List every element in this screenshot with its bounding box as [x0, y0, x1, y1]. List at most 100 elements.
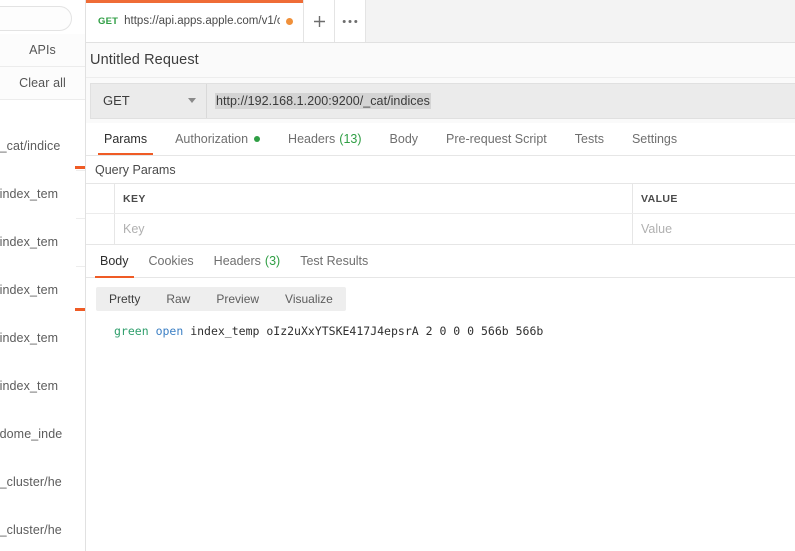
request-tab-headers-label: Headers [288, 131, 336, 146]
sidebar-history-item[interactable]: /index_tem [0, 218, 85, 266]
response-tab-cookies-label: Cookies [148, 254, 194, 268]
response-tabs: Body Cookies Headers (3) Test Results [86, 245, 795, 278]
format-button-visualize[interactable]: Visualize [272, 287, 346, 311]
sidebar-history-item[interactable]: /index_tem [0, 266, 85, 314]
sidebar-history-list: /_cat/indice /index_tem /index_tem /inde… [0, 122, 85, 551]
postman-window: APIs Clear all /_cat/indice /index_tem /… [0, 0, 795, 551]
request-tab-headers[interactable]: Headers (13) [274, 122, 375, 155]
query-params-value-input[interactable]: Value [633, 214, 795, 244]
request-tab-method: GET [98, 15, 119, 27]
response-token-status: green [114, 324, 149, 338]
sidebar-apis-label: APIs [29, 43, 56, 57]
response-tab-body-label: Body [100, 254, 129, 268]
request-tabs: Params Authorization Headers (13) Body P… [86, 123, 795, 156]
response-tab-body[interactable]: Body [90, 245, 139, 278]
sidebar: APIs Clear all /_cat/indice /index_tem /… [0, 0, 86, 551]
format-button-pretty-label: Pretty [109, 291, 141, 306]
query-params-value-header-label: VALUE [641, 192, 678, 205]
request-tab-prerequest-script-label: Pre-request Script [446, 131, 547, 146]
plus-icon [313, 15, 325, 27]
tab-strip-filler [366, 0, 795, 42]
query-params-key-header: KEY [115, 184, 633, 213]
sidebar-history-item[interactable]: /_cluster/he [0, 458, 85, 506]
response-tab-headers[interactable]: Headers (3) [204, 245, 291, 278]
sidebar-accent-mark [75, 166, 85, 169]
response-tab-headers-count: (3) [264, 254, 281, 268]
request-tab-authorization[interactable]: Authorization [161, 122, 274, 155]
response-tab-test-results[interactable]: Test Results [290, 245, 378, 278]
sidebar-history-item-label: /index_tem [0, 331, 59, 345]
request-title[interactable]: Untitled Request [90, 52, 199, 68]
sidebar-clear-all-button[interactable]: Clear all [0, 67, 85, 100]
format-button-preview[interactable]: Preview [203, 287, 272, 311]
table-row: Key Value [86, 213, 795, 244]
sidebar-history-item-label: /_cluster/he [0, 475, 62, 489]
sidebar-history-item[interactable]: /index_tem [0, 170, 85, 218]
chevron-down-icon [188, 98, 196, 103]
format-button-raw-label: Raw [166, 291, 191, 306]
request-tab-tests[interactable]: Tests [561, 122, 618, 155]
sidebar-history-item[interactable]: /_cat/indice [0, 122, 85, 170]
tab-options-button[interactable] [335, 0, 366, 42]
ellipsis-icon [342, 19, 358, 23]
sidebar-history-item-label: /index_tem [0, 187, 59, 201]
new-tab-button[interactable] [304, 0, 335, 42]
sidebar-history-item[interactable]: /index_tem [0, 362, 85, 410]
url-input[interactable]: http://192.168.1.200:9200/_cat/indices [207, 83, 795, 118]
sidebar-history-item-label: /index_tem [0, 283, 59, 297]
request-tab-url: https://api.apps.apple.com/v1/c… [124, 15, 280, 27]
query-params-header-row: KEY VALUE [86, 184, 795, 213]
sidebar-apis-button[interactable]: APIs [0, 34, 85, 67]
response-format-group: Pretty Raw Preview Visualize [96, 286, 346, 311]
request-title-row: Untitled Request [86, 43, 795, 77]
sidebar-history-item-label: /dome_inde [0, 427, 63, 441]
request-tab-tests-label: Tests [574, 131, 604, 146]
query-params-table: KEY VALUE Key Value [86, 183, 795, 245]
query-params-key-input[interactable]: Key [115, 214, 633, 244]
query-params-title: Query Params [95, 162, 176, 177]
response-format-row: Pretty Raw Preview Visualize [86, 278, 795, 319]
url-bar: GET http://192.168.1.200:9200/_cat/indic… [90, 82, 795, 119]
format-button-visualize-label: Visualize [285, 291, 333, 306]
request-tab-prerequest-script[interactable]: Pre-request Script [432, 122, 561, 155]
url-input-value: http://192.168.1.200:9200/_cat/indices [215, 92, 431, 109]
response-tab-headers-label: Headers [213, 254, 261, 268]
request-tab-active-bar [86, 0, 303, 3]
sidebar-history-item[interactable]: /index_tem [0, 314, 85, 362]
request-tab-params[interactable]: Params [90, 122, 161, 155]
format-button-pretty[interactable]: Pretty [96, 287, 153, 311]
sidebar-history-item-label: /index_tem [0, 235, 59, 249]
url-bar-row: GET http://192.168.1.200:9200/_cat/indic… [86, 77, 795, 123]
query-params-value-placeholder: Value [641, 222, 673, 236]
sidebar-history-item[interactable]: /_cluster/he [0, 506, 85, 551]
response-token-space [149, 324, 156, 338]
query-params-row-gutter[interactable] [86, 214, 115, 244]
method-select[interactable]: GET [91, 83, 207, 118]
request-tab-body[interactable]: Body [376, 122, 433, 155]
request-tab-authorization-label: Authorization [175, 131, 249, 146]
sidebar-search-area [0, 0, 85, 34]
request-tab-settings-label: Settings [631, 131, 678, 146]
sidebar-search-input[interactable] [0, 6, 72, 31]
query-params-key-header-label: KEY [123, 192, 146, 205]
sidebar-history-item-label: /_cluster/he [0, 523, 62, 537]
sidebar-clear-all-label: Clear all [19, 76, 66, 90]
request-tab-settings[interactable]: Settings [618, 122, 691, 155]
format-button-raw[interactable]: Raw [153, 287, 203, 311]
response-body[interactable]: green open index_temp oIz2uXxYTSKE417J4e… [86, 319, 795, 443]
query-params-header-gutter [86, 184, 115, 213]
sidebar-history-item-label: /index_tem [0, 379, 59, 393]
tab-strip: GET https://api.apps.apple.com/v1/c… [86, 0, 795, 43]
sidebar-history-item[interactable]: /dome_inde [0, 410, 85, 458]
sidebar-history-item-label: /_cat/indice [0, 139, 61, 153]
request-tab-body-label: Body [389, 131, 419, 146]
method-select-value: GET [103, 93, 130, 108]
query-params-key-placeholder: Key [123, 222, 145, 236]
request-tab[interactable]: GET https://api.apps.apple.com/v1/c… [86, 0, 304, 42]
request-tab-params-label: Params [104, 131, 148, 146]
response-token-rest: index_temp oIz2uXxYTSKE417J4epsrA 2 0 0 … [183, 324, 544, 338]
main-panel: GET https://api.apps.apple.com/v1/c… Unt… [86, 0, 795, 551]
query-params-header: Query Params [86, 156, 795, 183]
unsaved-indicator-icon [286, 17, 293, 25]
response-tab-cookies[interactable]: Cookies [139, 245, 204, 278]
